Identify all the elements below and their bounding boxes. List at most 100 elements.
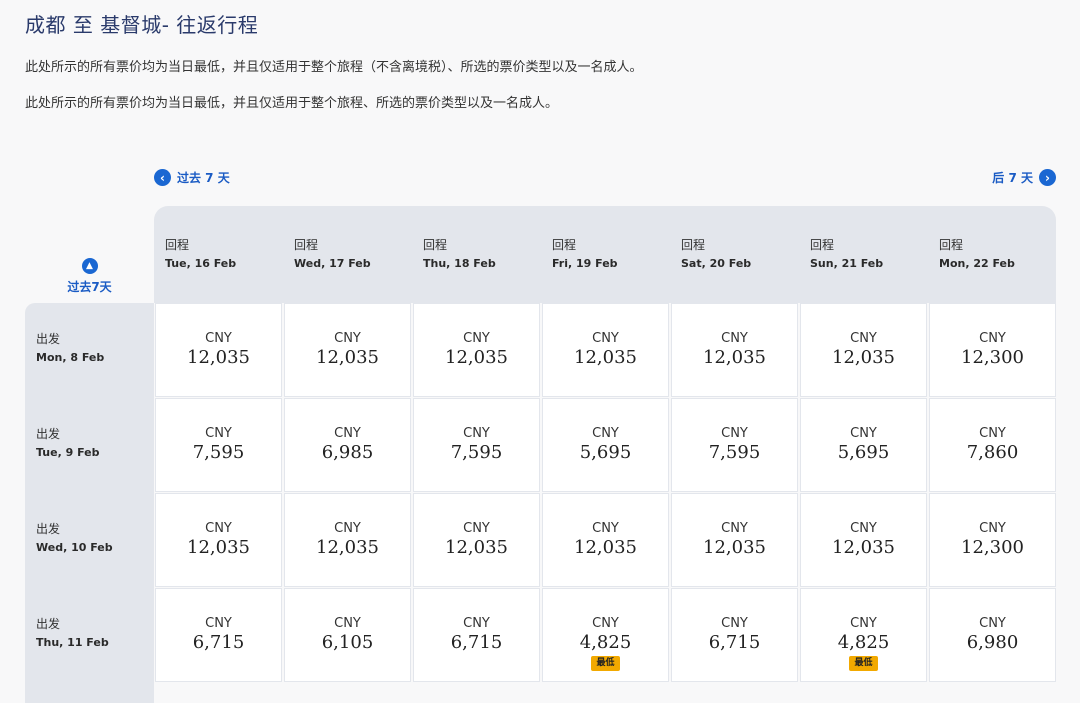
fare-cell[interactable]: CNY 4,825 最低 [800,588,927,682]
currency-label: CNY [979,426,1006,441]
chevron-right-icon: › [1039,169,1056,186]
fare-cell[interactable]: CNY 7,860 [929,398,1056,492]
currency-label: CNY [979,521,1006,536]
fare-cell[interactable]: CNY 6,715 [155,588,282,682]
fare-cell[interactable]: CNY 6,980 [929,588,1056,682]
departure-date-header-cell: 出发 Tue, 9 Feb [36,425,99,459]
lowest-fare-badge: 最低 [849,656,878,671]
fare-cell[interactable]: CNY 12,035 [155,303,282,397]
return-label: 回程 [681,238,706,252]
currency-label: CNY [205,331,232,346]
fare-price: 7,595 [192,442,245,463]
fare-cell[interactable]: CNY 12,300 [929,303,1056,397]
fare-cell[interactable]: CNY 7,595 [155,398,282,492]
currency-label: CNY [592,521,619,536]
next-7-days-label: 后 7 天 [992,171,1033,185]
return-date-header-cell: 回程 Fri, 19 Feb [552,236,681,270]
fare-cell[interactable]: CNY 12,300 [929,493,1056,587]
return-date: Mon, 22 Feb [939,257,1015,270]
currency-label: CNY [334,331,361,346]
return-label: 回程 [165,238,190,252]
previous-7-days-label: 过去 7 天 [177,171,230,185]
fare-price: 7,860 [966,442,1019,463]
fare-cell[interactable]: CNY 12,035 [542,493,669,587]
fare-cell[interactable]: CNY 6,715 [671,588,798,682]
depart-label: 出发 [36,522,61,536]
return-date-header-cell: 回程 Thu, 18 Feb [423,236,552,270]
next-7-days-link[interactable]: 后 7 天 › [992,169,1056,186]
fare-cell[interactable]: CNY 12,035 [284,493,411,587]
fare-price: 6,105 [321,632,374,653]
fare-price: 12,035 [703,537,766,558]
fare-price: 12,035 [187,537,250,558]
fare-cell[interactable]: CNY 12,035 [800,493,927,587]
page-title: 成都 至 基督城- 往返行程 [25,13,259,37]
fare-cell[interactable]: CNY 12,035 [413,303,540,397]
return-label: 回程 [423,238,448,252]
fare-price: 5,695 [837,442,890,463]
fare-price: 12,035 [574,347,637,368]
fare-cell[interactable]: CNY 7,595 [671,398,798,492]
fare-cell[interactable]: CNY 12,035 [284,303,411,397]
previous-7-days-link[interactable]: ‹ 过去 7 天 [154,169,230,186]
fare-cell[interactable]: CNY 6,985 [284,398,411,492]
currency-label: CNY [205,426,232,441]
fare-price: 6,715 [450,632,503,653]
departure-date: Thu, 11 Feb [36,636,109,649]
currency-label: CNY [592,331,619,346]
currency-label: CNY [850,331,877,346]
currency-label: CNY [334,521,361,536]
fare-cell[interactable]: CNY 12,035 [542,303,669,397]
return-date-header-cell: 回程 Sun, 21 Feb [810,236,939,270]
fare-cell[interactable]: CNY 12,035 [800,303,927,397]
return-date: Sat, 20 Feb [681,257,752,270]
currency-label: CNY [850,521,877,536]
return-date: Tue, 16 Feb [165,257,237,270]
fare-price: 12,035 [187,347,250,368]
currency-label: CNY [205,616,232,631]
lowest-fare-badge: 最低 [591,656,620,671]
return-date: Wed, 17 Feb [294,257,371,270]
fare-cell[interactable]: CNY 6,715 [413,588,540,682]
fare-price: 12,300 [961,537,1024,558]
fare-price: 12,035 [316,347,379,368]
fare-cell[interactable]: CNY 12,035 [155,493,282,587]
currency-label: CNY [721,331,748,346]
depart-label: 出发 [36,617,61,631]
return-label: 回程 [810,238,835,252]
fare-note: 此处所示的所有票价均为当日最低，并且仅适用于整个旅程、所选的票价类型以及一名成人… [25,96,559,111]
fare-cell[interactable]: CNY 12,035 [671,493,798,587]
fare-cell[interactable]: CNY 4,825 最低 [542,588,669,682]
return-date-header-cell: 回程 Tue, 16 Feb [165,236,294,270]
previous-7-days-departure-link[interactable]: ▲ 过去7天 [25,258,154,295]
departure-date-header-cell: 出发 Wed, 10 Feb [36,520,113,554]
departure-date-header-cell: 出发 Mon, 8 Feb [36,330,104,364]
fare-price: 7,595 [708,442,761,463]
fare-price: 6,985 [321,442,374,463]
fare-price: 4,825 [837,632,890,653]
previous-7-days-departure-label: 过去7天 [67,280,112,294]
fare-cell[interactable]: CNY 12,035 [671,303,798,397]
fare-cell[interactable]: CNY 5,695 [542,398,669,492]
fare-price: 12,035 [832,347,895,368]
currency-label: CNY [592,426,619,441]
fare-price: 12,035 [703,347,766,368]
return-label: 回程 [939,238,964,252]
return-date-header-cell: 回程 Mon, 22 Feb [939,236,1068,270]
fare-cell[interactable]: CNY 12,035 [413,493,540,587]
fare-price: 12,035 [445,537,508,558]
currency-label: CNY [463,616,490,631]
fare-cell[interactable]: CNY 6,105 [284,588,411,682]
fare-cell[interactable]: CNY 5,695 [800,398,927,492]
currency-label: CNY [463,331,490,346]
chevron-left-icon: ‹ [154,169,171,186]
fare-price: 12,035 [445,347,508,368]
fare-price: 5,695 [579,442,632,463]
fare-price: 12,035 [574,537,637,558]
return-date: Thu, 18 Feb [423,257,496,270]
return-date: Fri, 19 Feb [552,257,618,270]
fare-cell[interactable]: CNY 7,595 [413,398,540,492]
depart-label: 出发 [36,427,61,441]
currency-label: CNY [979,616,1006,631]
currency-label: CNY [463,521,490,536]
